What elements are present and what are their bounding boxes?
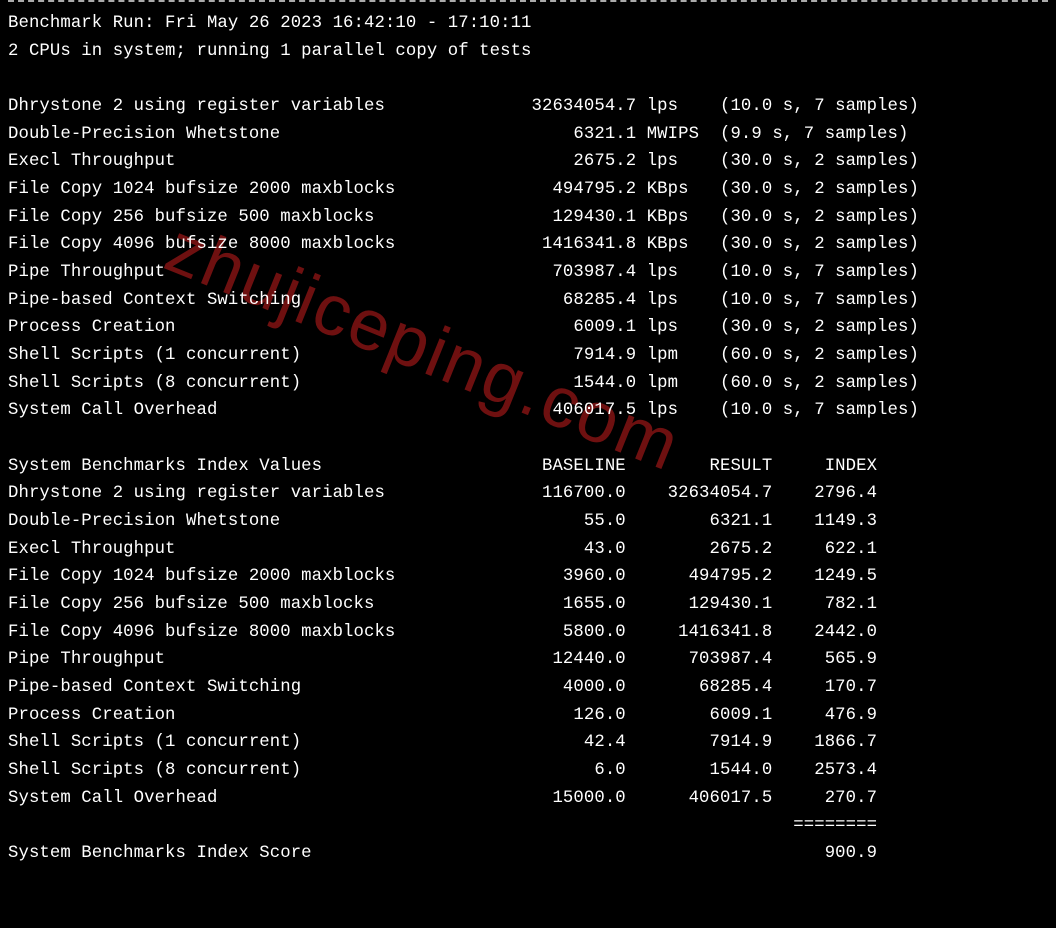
terminal-output: Benchmark Run: Fri May 26 2023 16:42:10 … — [0, 6, 1056, 876]
top-dashed-border — [8, 0, 1048, 2]
